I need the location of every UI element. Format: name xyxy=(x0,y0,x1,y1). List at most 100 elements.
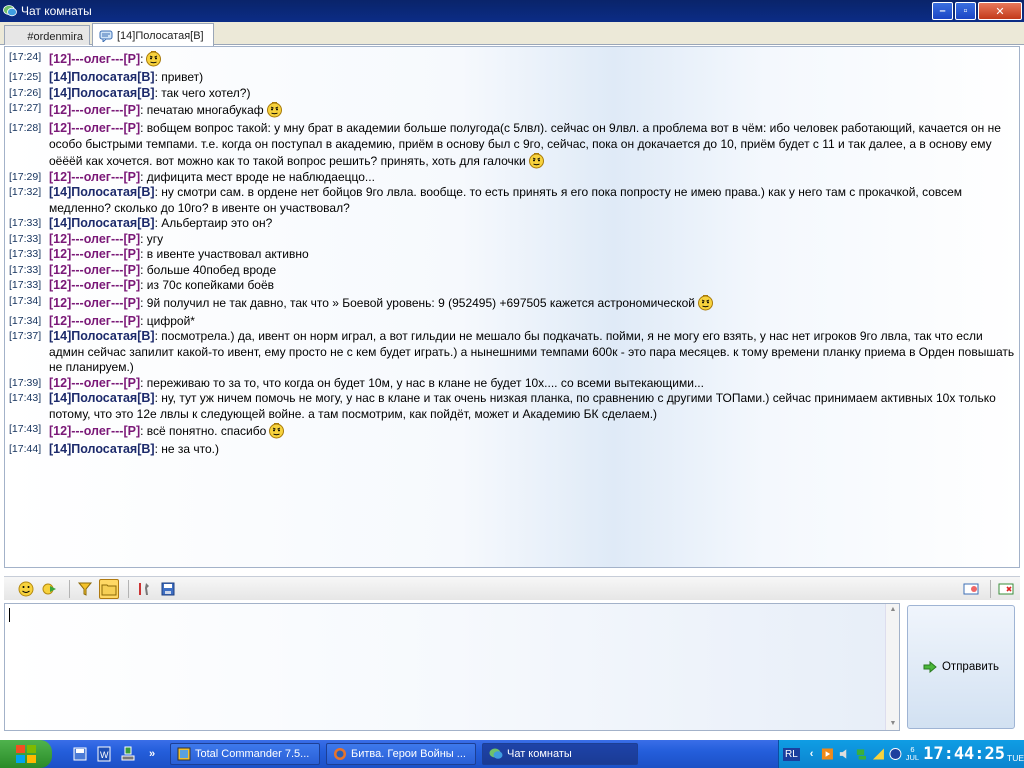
message-body: [12]---олег---[P]: больше 40побед вроде xyxy=(49,263,1015,279)
start-button[interactable] xyxy=(0,740,52,768)
quicklaunch-network[interactable] xyxy=(118,744,138,764)
media-player-icon[interactable] xyxy=(821,747,834,761)
taskbar: W » Total Commander 7.5... Битва. Герои … xyxy=(0,740,1024,768)
task-chat-window[interactable]: Чат комнаты xyxy=(482,743,638,765)
close-chat-icon xyxy=(998,583,1014,594)
antivirus-icon[interactable] xyxy=(889,747,902,761)
message-input[interactable]: ▲ ▼ xyxy=(4,603,900,731)
quicklaunch-expand-icon[interactable]: » xyxy=(142,744,162,764)
message-author[interactable]: [12]---олег---[P] xyxy=(49,314,140,328)
message-text: : печатаю многабукаф xyxy=(140,103,264,117)
network-icon xyxy=(121,746,135,761)
message-text: : цифрой* xyxy=(140,313,195,328)
close-button[interactable]: ✕ xyxy=(978,2,1022,20)
message-author[interactable]: [12]---олег---[P] xyxy=(49,376,140,390)
message-body: [12]---олег---[P]: дифицита мест вроде н… xyxy=(49,170,1015,186)
tab-ordenmira[interactable]: #ordenmira xyxy=(4,25,90,45)
message-author[interactable]: [12]---олег---[P] xyxy=(49,103,140,117)
text-caret xyxy=(9,608,10,622)
message-timestamp: [17:43] xyxy=(9,423,42,435)
chat-message: [17:39] [12]---олег---[P]: переживаю то з… xyxy=(9,376,1015,392)
message-author[interactable]: [14]Полосатая[B] xyxy=(49,185,155,199)
message-author[interactable]: [12]---олег---[P] xyxy=(49,424,140,438)
message-timestamp: [17:44] xyxy=(9,443,42,455)
task-total-commander[interactable]: Total Commander 7.5... xyxy=(170,743,320,765)
message-author[interactable]: [12]---олег---[P] xyxy=(49,170,140,184)
send-button[interactable]: Отправить xyxy=(907,605,1015,729)
filter-button[interactable] xyxy=(75,579,95,599)
chat-message: [17:34] [12]---олег---[P]: 9й получил не … xyxy=(9,294,1015,314)
smiley-emoticon-icon xyxy=(526,153,545,169)
message-author[interactable]: [14]Полосатая[B] xyxy=(49,86,155,100)
save-button[interactable] xyxy=(158,579,178,599)
input-scrollbar[interactable]: ▲ ▼ xyxy=(885,604,899,730)
chat-message: [17:34] [12]---олег---[P]: цифрой* xyxy=(9,314,1015,330)
scroll-down-icon[interactable]: ▼ xyxy=(888,720,898,728)
system-tray: RL ‹ 6 JUL 17:44:25 TUE xyxy=(778,740,1024,768)
network-status-icon[interactable] xyxy=(855,747,868,761)
chat-message: [17:25] [14]Полосатая[B]: привет) xyxy=(9,70,1015,86)
message-author[interactable]: [12]---олег---[P] xyxy=(49,121,140,135)
message-body: [12]---олег---[P]: вобщем вопрос такой: … xyxy=(49,121,1015,170)
history-button[interactable] xyxy=(99,578,119,599)
send-arrow-icon xyxy=(923,661,937,673)
message-timestamp: [17:33] xyxy=(9,279,42,291)
message-author[interactable]: [14]Полосатая[B] xyxy=(49,391,155,405)
message-body: [12]---олег---[P]: печатаю многабукаф xyxy=(49,101,1015,119)
message-body: [12]---олег---[P]: всё понятно. спасибо xyxy=(49,422,1015,440)
message-author[interactable]: [12]---олег---[P] xyxy=(49,296,140,310)
message-timestamp: [17:29] xyxy=(9,170,42,183)
message-author[interactable]: [12]---олег---[P] xyxy=(49,278,140,292)
message-author[interactable]: [14]Полосатая[B] xyxy=(49,329,155,343)
smile-button[interactable] xyxy=(16,579,36,599)
forward-icon xyxy=(42,583,56,594)
message-body: [12]---олег---[P]: переживаю то за то, ч… xyxy=(49,376,1015,392)
message-timestamp: [17:43] xyxy=(9,392,42,404)
close-chat-button[interactable] xyxy=(996,579,1016,599)
message-body: [14]Полосатая[B]: так чего хотел?) xyxy=(49,86,1015,102)
date-display: 6 JUL xyxy=(906,746,919,762)
chat-icon xyxy=(489,748,503,759)
message-text: : угу xyxy=(140,231,164,246)
chat-message: [17:44] [14]Полосатая[B]: не за что.) xyxy=(9,442,1015,458)
settings-button[interactable] xyxy=(134,579,154,599)
message-timestamp: [17:27] xyxy=(9,102,42,114)
maximize-button[interactable]: ▫ xyxy=(955,2,976,20)
message-body: [12]---олег---[P]: xyxy=(49,50,1015,68)
date-month: JUL xyxy=(905,753,920,762)
message-author[interactable]: [12]---олег---[P] xyxy=(49,232,140,246)
total-commander-icon xyxy=(177,747,191,761)
message-author[interactable]: [12]---олег---[P] xyxy=(49,263,140,277)
chat-message: [17:33] [12]---олег---[P]: больше 40побед… xyxy=(9,263,1015,279)
signal-icon[interactable] xyxy=(872,747,885,761)
floppy-icon xyxy=(73,747,87,761)
tab-label: [14]Полосатая[B] xyxy=(117,30,204,42)
send-label: Отправить xyxy=(941,661,1000,673)
message-author[interactable]: [14]Полосатая[B] xyxy=(49,70,155,84)
message-author[interactable]: [12]---олег---[P] xyxy=(49,52,140,66)
minimize-button[interactable]: – xyxy=(932,2,953,20)
message-timestamp: [17:34] xyxy=(9,294,42,307)
tools-icon xyxy=(139,582,149,595)
contact-info-button[interactable] xyxy=(961,579,981,599)
clock-time[interactable]: 17:44:25 xyxy=(923,744,1005,764)
task-firefox[interactable]: Битва. Герои Войны ... xyxy=(326,743,476,765)
quicklaunch-save[interactable] xyxy=(70,744,90,764)
toolbar-divider xyxy=(990,579,991,598)
quicklaunch-word[interactable]: W xyxy=(94,744,114,764)
speaker-icon[interactable] xyxy=(838,747,851,761)
message-text: : посмотрела.) да, ивент он норм играл, … xyxy=(49,329,1015,374)
message-body: [12]---олег---[P]: цифрой* xyxy=(49,314,1015,330)
forward-button[interactable] xyxy=(40,579,60,599)
language-indicator[interactable]: RL xyxy=(783,747,800,761)
message-timestamp: [17:33] xyxy=(9,232,42,245)
chat-message: [17:33] [12]---олег---[P]: из 70с копейка… xyxy=(9,278,1015,294)
scroll-up-icon[interactable]: ▲ xyxy=(888,606,898,614)
chat-message: [17:43] [12]---олег---[P]: всё понятно. с… xyxy=(9,422,1015,442)
message-author[interactable]: [12]---олег---[P] xyxy=(49,247,140,261)
chat-message: [17:24] [12]---олег---[P]: xyxy=(9,50,1015,70)
message-author[interactable]: [14]Полосатая[B] xyxy=(49,216,155,230)
message-author[interactable]: [14]Полосатая[B] xyxy=(49,442,155,456)
tray-collapse-icon[interactable]: ‹ xyxy=(810,748,814,760)
tab-private-chat[interactable]: [14]Полосатая[B] xyxy=(92,23,214,46)
